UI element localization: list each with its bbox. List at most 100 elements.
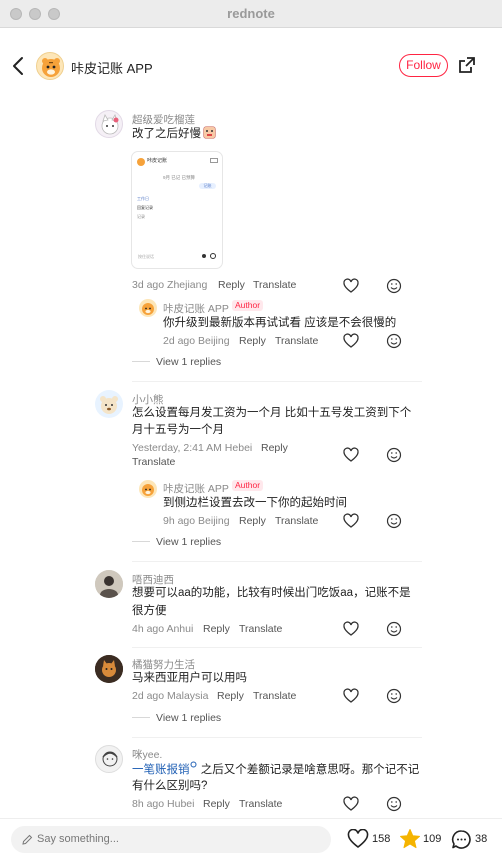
view-replies-button[interactable]: View 1 replies [156, 536, 221, 548]
comment-text: 有什么区别吗? [132, 780, 208, 792]
tiger-mascot-icon [42, 58, 60, 77]
mini-plus-icon [210, 253, 216, 259]
emoji-react-icon[interactable] [386, 513, 402, 529]
like-heart-icon[interactable] [347, 829, 369, 849]
comment-divider [132, 381, 422, 382]
search-link-icon [190, 761, 196, 768]
avatar[interactable] [95, 570, 123, 598]
heart-icon[interactable] [343, 688, 359, 704]
app-avatar[interactable] [36, 52, 64, 80]
comment-divider [132, 737, 422, 738]
heart-icon[interactable] [343, 278, 359, 294]
comment-meta: 2d ago Malaysia [132, 690, 209, 702]
heart-icon[interactable] [343, 333, 359, 349]
comment-text: 月十五号为一个月 [132, 424, 224, 436]
reply-button[interactable]: Reply [203, 798, 230, 810]
comment-meta: 3d ago Zhejiang [132, 279, 208, 291]
emoji-react-icon[interactable] [386, 621, 402, 637]
translate-button[interactable]: Translate [253, 690, 296, 702]
translate-button[interactable]: Translate [275, 335, 318, 347]
mini-bubble: 记账 [199, 183, 216, 189]
mini-input: 按住说话 [138, 254, 154, 259]
mini-dot-icon [202, 254, 206, 258]
back-arrow-icon[interactable] [10, 55, 28, 77]
reply-author[interactable]: 咔皮记账 APP [163, 481, 229, 496]
reply-text: 到侧边栏设置去改一下你的起始时间 [163, 497, 347, 509]
reply-button[interactable]: Reply [217, 690, 244, 702]
view-replies-line [132, 717, 150, 718]
heart-icon[interactable] [343, 621, 359, 637]
reply-button[interactable]: Reply [239, 515, 266, 527]
mini-item: 回复记录 [137, 205, 153, 210]
translate-button[interactable]: Translate [239, 623, 282, 635]
tiger-mascot-icon [142, 303, 154, 315]
reply-button[interactable]: Reply [218, 279, 245, 291]
view-replies-button[interactable]: View 1 replies [156, 712, 221, 724]
comment-input[interactable]: Say something... [11, 826, 331, 853]
comment-image[interactable]: 咔皮记账 9月 已记 已预算 记账 工作日 回复记录 记录 按住说话 [131, 151, 223, 269]
emoji-react-icon[interactable] [386, 796, 402, 812]
avatar[interactable] [95, 390, 123, 418]
mini-item: 记录 [137, 214, 145, 219]
translate-button[interactable]: Translate [275, 515, 318, 527]
reply-button[interactable]: Reply [239, 335, 266, 347]
avatar[interactable] [95, 110, 123, 138]
author-badge: Author [232, 480, 264, 491]
comment-bubble-icon[interactable] [451, 829, 472, 850]
share-icon[interactable] [458, 56, 476, 74]
expense-reimburse-link[interactable]: 一笔账报销 [132, 764, 190, 776]
view-replies-button[interactable]: View 1 replies [156, 356, 221, 368]
like-count: 158 [372, 833, 391, 845]
star-favorite-icon[interactable] [399, 828, 421, 850]
reply-text: 你升级到最新版本再试试看 应该是不会很慢的 [163, 317, 397, 329]
mini-item: 工作日 [137, 196, 149, 201]
emoji-react-icon[interactable] [386, 278, 402, 294]
reply-button[interactable]: Reply [261, 442, 288, 454]
view-replies-line [132, 361, 150, 362]
comment-meta: Yesterday, 2:41 AM Hebei [132, 442, 253, 454]
favorite-count: 109 [423, 833, 442, 845]
avatar[interactable] [139, 480, 157, 498]
crying-emoji-icon [203, 126, 216, 139]
comment-author[interactable]: 咪yee. [132, 747, 162, 762]
post-header: 咔皮记账 APP Follow [0, 28, 502, 104]
comment-text: 马来西亚用户可以用吗 [132, 672, 247, 684]
translate-button[interactable]: Translate [253, 279, 296, 291]
window-title: rednote [227, 6, 275, 21]
view-replies-line [132, 541, 150, 542]
emoji-react-icon[interactable] [386, 447, 402, 463]
reply-author[interactable]: 咔皮记账 APP [163, 301, 229, 316]
reply-button[interactable]: Reply [203, 623, 230, 635]
comment-meta: 4h ago Anhui [132, 623, 194, 635]
follow-button[interactable]: Follow [399, 54, 448, 77]
app-name[interactable]: 咔皮记账 APP [71, 58, 153, 77]
heart-icon[interactable] [343, 796, 359, 812]
comment-count: 38 [475, 833, 488, 845]
comment-divider [132, 647, 422, 648]
cat-photo-avatar-icon [95, 655, 123, 683]
pencil-icon [22, 834, 33, 845]
reply-meta: 9h ago Beijing [163, 515, 230, 527]
avatar[interactable] [95, 745, 123, 773]
heart-icon[interactable] [343, 447, 359, 463]
comment-text-content: 改了之后好慢 [132, 128, 201, 140]
emoji-react-icon[interactable] [386, 688, 402, 704]
comment-meta: 8h ago Hubei [132, 798, 195, 810]
emoji-react-icon[interactable] [386, 333, 402, 349]
translate-button[interactable]: Translate [239, 798, 282, 810]
comment-text: 怎么设置每月发工资为一个月 比如十五号发工资到下个 [132, 407, 412, 419]
comment-text: 一笔账报销 之后又个差额记录是啥意思呀。那个记不记 [132, 761, 419, 779]
comment-text-content: 之后又个差额记录是啥意思呀。那个记不记 [197, 764, 420, 776]
avatar[interactable] [139, 299, 157, 317]
bottom-action-bar: Say something... 158 109 38 [0, 818, 502, 859]
person-avatar-icon [95, 570, 123, 598]
bear-avatar-icon [100, 396, 118, 414]
tiger-mascot-icon [142, 484, 154, 496]
author-badge: Author [232, 300, 264, 311]
heart-icon[interactable] [343, 513, 359, 529]
mini-avatar-icon [137, 158, 145, 166]
comment-text: 很方便 [132, 605, 167, 617]
avatar[interactable] [95, 655, 123, 683]
translate-button[interactable]: Translate [132, 456, 175, 468]
comment-author[interactable]: 超级爱吃榴莲 [132, 112, 195, 127]
